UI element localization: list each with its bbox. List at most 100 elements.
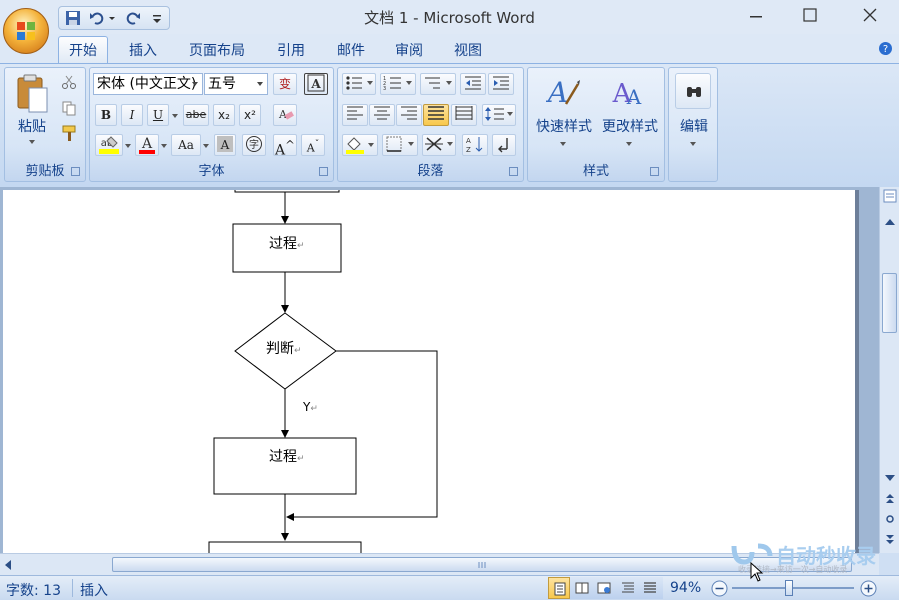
process-text-1: 过程 [269, 236, 297, 252]
change-case-dropdown-icon[interactable] [202, 142, 210, 150]
quick-styles-button[interactable]: 快速样式 [530, 116, 598, 136]
clear-formatting-button[interactable]: A [273, 104, 297, 126]
justify-button[interactable] [423, 104, 449, 126]
para-mark-3: ↵ [310, 404, 318, 414]
change-case-button[interactable]: Aa [171, 134, 201, 156]
cut-icon[interactable] [61, 74, 77, 90]
underline-button[interactable]: U [147, 104, 169, 126]
change-styles-icon[interactable]: AA [610, 74, 646, 110]
help-icon[interactable]: ? [878, 41, 893, 56]
insert-mode[interactable]: 插入 [80, 580, 108, 600]
tab-home[interactable]: 开始 [58, 36, 108, 64]
zoom-in-icon[interactable] [860, 580, 877, 597]
tab-page-layout[interactable]: 页面布局 [182, 40, 252, 62]
font-name-dropdown-icon[interactable] [190, 80, 200, 88]
vertical-scrollbar[interactable] [879, 187, 899, 553]
editing-group: 编辑 [668, 67, 718, 182]
document-page[interactable]: 过程↵ 判断↵ Y↵ 过程↵ [3, 190, 855, 553]
font-group-label: 字体 [198, 164, 225, 179]
scroll-down-icon[interactable] [884, 473, 896, 483]
tab-review[interactable]: 审阅 [388, 40, 430, 62]
underline-dropdown-icon[interactable] [171, 112, 179, 120]
highlight-dropdown-icon[interactable] [124, 142, 132, 150]
outline-view-icon[interactable] [621, 581, 635, 595]
shading-button[interactable] [342, 134, 378, 156]
paste-icon[interactable] [15, 74, 49, 114]
increase-indent-button[interactable] [488, 73, 514, 95]
sort-icon: AZ [466, 137, 483, 154]
word-count[interactable]: 字数: 13 [6, 580, 61, 600]
numbering-button[interactable]: 123 [380, 73, 416, 95]
highlight-button[interactable]: ab [95, 134, 123, 156]
align-left-button[interactable] [342, 104, 368, 126]
zoom-out-icon[interactable] [711, 580, 728, 597]
superscript-button[interactable]: x² [239, 104, 261, 126]
close-icon[interactable] [858, 4, 882, 26]
editing-dropdown-icon[interactable] [689, 140, 697, 148]
align-center-button[interactable] [369, 104, 395, 126]
web-layout-icon[interactable] [597, 581, 611, 595]
font-color-button[interactable]: A [135, 134, 159, 156]
select-browse-object-icon[interactable] [884, 513, 896, 525]
decrease-indent-button[interactable] [460, 73, 486, 95]
editing-button[interactable]: 编辑 [671, 116, 717, 136]
change-styles-button[interactable]: 更改样式 [596, 116, 664, 136]
paste-button[interactable]: 粘贴 [9, 116, 55, 136]
phonetic-guide-button[interactable]: 变 [273, 73, 297, 95]
flowchart-bottom-shape [208, 541, 362, 553]
ruler-toggle-icon[interactable] [883, 189, 897, 203]
multilevel-list-button[interactable] [420, 73, 456, 95]
maximize-icon[interactable] [798, 4, 822, 26]
zoom-level[interactable]: 94% [670, 580, 701, 596]
show-marks-button[interactable] [492, 134, 516, 156]
bullets-button[interactable] [342, 73, 376, 95]
quick-styles-dropdown-icon[interactable] [559, 140, 567, 148]
zoom-slider-thumb[interactable] [785, 580, 794, 596]
paragraph-launcher[interactable] [509, 167, 518, 176]
format-painter-icon[interactable] [61, 124, 79, 142]
minimize-icon[interactable] [744, 4, 768, 26]
change-styles-dropdown-icon[interactable] [625, 140, 633, 148]
character-shading-button[interactable]: A [214, 134, 236, 156]
italic-button[interactable]: I [121, 104, 143, 126]
scroll-up-icon[interactable] [884, 217, 896, 227]
bold-button[interactable]: B [95, 104, 117, 126]
font-color-dropdown-icon[interactable] [160, 142, 168, 150]
full-screen-reading-icon[interactable] [575, 581, 589, 595]
svg-text:A: A [466, 137, 471, 145]
previous-page-icon[interactable] [884, 493, 896, 505]
sort-button[interactable]: AZ [462, 134, 488, 156]
grow-font-button[interactable]: A^ [273, 134, 297, 159]
font-launcher[interactable] [319, 167, 328, 176]
tab-insert[interactable]: 插入 [122, 40, 164, 62]
character-border-button[interactable]: A [304, 73, 328, 95]
copy-icon[interactable] [61, 100, 77, 116]
align-right-icon [401, 106, 417, 120]
borders-button[interactable] [382, 134, 418, 156]
subscript-button[interactable]: x₂ [213, 104, 235, 126]
tab-references[interactable]: 引用 [270, 40, 312, 62]
line-spacing-button[interactable] [482, 104, 516, 126]
strikethrough-button[interactable]: abe [183, 104, 209, 126]
styles-launcher[interactable] [650, 167, 659, 176]
align-right-button[interactable] [396, 104, 422, 126]
mouse-cursor-icon [750, 562, 764, 582]
quick-styles-icon[interactable]: A [546, 74, 580, 110]
paste-dropdown-icon[interactable] [27, 138, 37, 146]
draft-view-icon[interactable] [643, 581, 657, 595]
clipboard-launcher[interactable] [71, 167, 80, 176]
shrink-font-button[interactable]: Aˇ [301, 134, 325, 156]
font-name-box[interactable]: 宋体 (中文正文) [93, 73, 203, 95]
chinese-layout-button[interactable] [422, 134, 456, 156]
tab-view[interactable]: 视图 [447, 40, 489, 62]
enclose-characters-button[interactable]: 字 [242, 134, 266, 156]
office-button[interactable] [3, 8, 49, 54]
scroll-left-icon[interactable] [3, 559, 13, 571]
font-size-dropdown-icon[interactable] [255, 80, 265, 88]
distributed-button[interactable] [451, 104, 477, 126]
print-layout-view-button[interactable] [548, 577, 570, 599]
vertical-scroll-thumb[interactable] [882, 273, 897, 333]
tab-mailings[interactable]: 邮件 [330, 40, 372, 62]
svg-text:A: A [626, 85, 642, 109]
font-group: 宋体 (中文正文) 五号 变 A B I U abe x₂ x² A ab A … [89, 67, 334, 182]
